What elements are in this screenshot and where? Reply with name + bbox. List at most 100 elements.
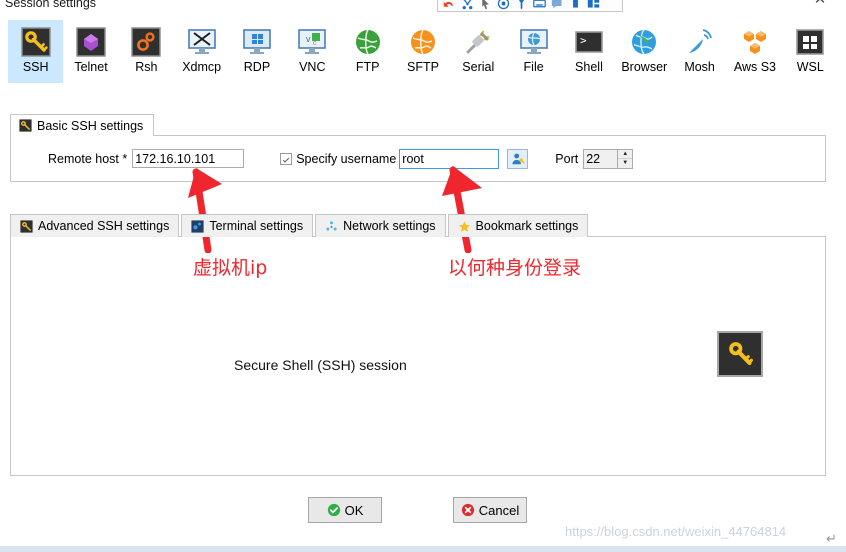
svg-text:>: >	[580, 34, 587, 47]
telnet-icon	[76, 27, 106, 57]
protocol-file[interactable]: File	[506, 20, 561, 83]
protocol-serial[interactable]: Serial	[451, 20, 506, 83]
svg-text:v: v	[306, 34, 311, 44]
bottom-bar	[0, 546, 846, 552]
cancel-button[interactable]: Cancel	[453, 497, 527, 523]
ssh-key-icon	[20, 27, 51, 57]
port-spinner-down[interactable]: ▼	[618, 159, 632, 168]
protocol-shell[interactable]: > Shell	[561, 20, 616, 83]
ssh-key-icon	[19, 119, 32, 132]
tab-advanced-ssh-settings[interactable]: Advanced SSH settings	[10, 214, 180, 237]
file-monitor-icon	[519, 29, 548, 54]
session-settings-dialog: Session settings ✕ SSH	[0, 0, 846, 552]
grid-panes-icon[interactable]	[586, 0, 601, 10]
rdp-monitor-icon	[243, 29, 271, 54]
protocol-label: Serial	[462, 60, 495, 74]
record-circle-icon[interactable]	[496, 0, 511, 10]
sftp-globe-icon	[410, 29, 435, 55]
serial-plug-icon	[466, 30, 490, 54]
mosh-satellite-icon	[688, 29, 712, 53]
basic-ssh-settings-tab[interactable]: Basic SSH settings	[10, 114, 155, 136]
scissors-icon[interactable]	[460, 0, 475, 10]
protocol-label: Aws S3	[733, 60, 776, 74]
watermark-text: https://blog.csdn.net/weixin_44764814	[565, 524, 787, 539]
basic-ssh-settings-panel: Remote host * Specify username Port	[10, 135, 826, 182]
username-input[interactable]	[399, 148, 500, 169]
session-type-label: Secure Shell (SSH) session	[234, 357, 407, 373]
ok-button-label: OK	[344, 502, 364, 518]
protocol-label: Xdmcp	[182, 60, 222, 74]
xdmcp-icon	[187, 29, 216, 54]
protocol-label: FTP	[355, 60, 380, 74]
vnc-monitor-icon: v c	[298, 29, 327, 54]
specify-username-checkbox[interactable]	[280, 152, 293, 165]
protocol-mosh[interactable]: Mosh	[672, 20, 727, 83]
protocol-wsl[interactable]: WSL	[783, 20, 838, 83]
green-check-icon	[327, 503, 340, 517]
session-preview-panel: Secure Shell (SSH) session	[10, 236, 826, 476]
ftp-globe-icon	[355, 29, 380, 55]
vertical-bar-icon[interactable]	[568, 0, 583, 10]
comment-icon[interactable]	[550, 0, 565, 10]
undo-arrow-icon[interactable]	[442, 0, 457, 10]
tab-terminal-settings[interactable]: Terminal settings	[181, 214, 314, 237]
protocol-ftp[interactable]: FTP	[340, 20, 395, 83]
wsl-windows-icon	[796, 29, 825, 55]
close-icon[interactable]: ✕	[812, 0, 828, 8]
keyboard-icon[interactable]	[532, 0, 547, 10]
basic-ssh-settings-tab-label: Basic SSH settings	[37, 118, 144, 133]
tab-bookmark-settings[interactable]: Bookmark settings	[447, 214, 589, 237]
protocol-aws-s3[interactable]: Aws S3	[727, 20, 782, 83]
session-type-icon-box	[717, 331, 763, 377]
protocol-vnc[interactable]: v c VNC	[285, 20, 340, 83]
rsh-gears-icon	[131, 27, 162, 57]
tab-label: Advanced SSH settings	[38, 219, 170, 233]
port-label: Port	[555, 151, 579, 166]
shell-prompt-icon: >	[575, 31, 603, 53]
protocol-sftp[interactable]: SFTP	[395, 20, 450, 83]
protocol-label: VNC	[299, 60, 326, 74]
pointer-icon[interactable]	[478, 0, 493, 10]
protocol-selector: SSH Telnet Rsh Xdmcp RDP v c VNC FTP SFT…	[8, 20, 838, 84]
specify-username-checkbox-group[interactable]: Specify username	[280, 152, 396, 166]
enter-symbol: ↵	[826, 531, 837, 546]
browser-globe-icon	[632, 29, 657, 55]
port-stepper[interactable]: ▲ ▼	[583, 148, 634, 169]
ssh-key-icon	[20, 219, 33, 233]
protocol-label: RDP	[243, 60, 271, 74]
port-input[interactable]	[583, 148, 618, 169]
protocol-label: Mosh	[684, 60, 715, 74]
tab-label: Terminal settings	[209, 219, 304, 233]
network-nodes-icon	[326, 220, 337, 230]
floating-toolbar-overlay[interactable]	[437, 0, 623, 12]
remote-host-input[interactable]	[132, 149, 245, 168]
tab-label: Bookmark settings	[475, 219, 579, 233]
tab-label: Network settings	[343, 219, 436, 233]
protocol-browser[interactable]: Browser	[617, 20, 672, 83]
remote-host-label: Remote host *	[48, 151, 128, 166]
protocol-label: File	[523, 60, 544, 74]
port-spinner-up[interactable]: ▲	[618, 150, 633, 159]
protocol-label: SFTP	[406, 60, 439, 74]
pin-icon[interactable]	[514, 0, 529, 10]
protocol-rsh[interactable]: Rsh	[119, 20, 174, 83]
ok-button[interactable]: OK	[308, 497, 382, 523]
svg-text:c: c	[313, 40, 317, 47]
protocol-xdmcp[interactable]: Xdmcp	[174, 20, 229, 83]
tab-network-settings[interactable]: Network settings	[315, 214, 446, 237]
protocol-ssh[interactable]: SSH	[8, 20, 64, 83]
user-picker-icon	[512, 153, 525, 164]
protocol-rdp[interactable]: RDP	[229, 20, 284, 83]
port-spinner-buttons[interactable]: ▲ ▼	[617, 148, 634, 169]
protocol-label: SSH	[22, 60, 49, 74]
protocol-label: WSL	[796, 60, 824, 74]
aws-s3-buckets-icon	[743, 31, 766, 54]
ssh-key-icon	[729, 342, 753, 366]
settings-tab-bar: Advanced SSH settings Terminal settings …	[10, 213, 590, 237]
annotation-text-remote-host: 虚拟机ip	[193, 257, 268, 279]
annotation-text-username: 以何种身份登录	[448, 257, 582, 279]
user-picker-button[interactable]	[507, 148, 529, 169]
terminal-icon	[191, 219, 204, 233]
protocol-telnet[interactable]: Telnet	[63, 20, 118, 83]
title-bar: Session settings ✕	[0, 0, 846, 14]
